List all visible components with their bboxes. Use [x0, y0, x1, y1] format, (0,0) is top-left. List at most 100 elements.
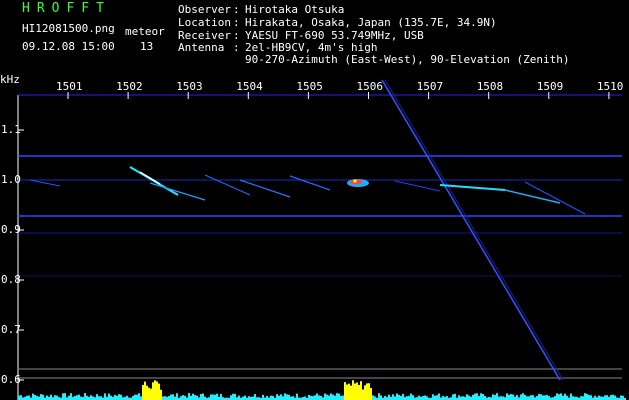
- spectrum-bar: [586, 393, 588, 400]
- spectrum-bar: [232, 393, 234, 400]
- spectrum-bar: [468, 395, 470, 400]
- y-tick-marks: [18, 129, 24, 381]
- spectrum-bar: [476, 393, 478, 400]
- spectrum-bar: [174, 396, 176, 400]
- spectrum-bar: [562, 395, 564, 400]
- spectrum-bar: [536, 396, 538, 400]
- spectrum-bar: [436, 395, 438, 400]
- spectrum-bar: [336, 393, 338, 400]
- spectrum-bar: [138, 393, 140, 400]
- spectrum-bar: [46, 395, 48, 400]
- spectrum-bar: [212, 394, 214, 400]
- spectrum-bar: [372, 395, 374, 400]
- spectrum-bar: [320, 395, 322, 400]
- x-tick-label: 1508: [476, 80, 504, 93]
- spectrum-bar: [594, 395, 596, 400]
- spectrum-bar: [80, 396, 82, 400]
- spectrum-bar: [492, 394, 494, 400]
- spectrum-bar: [526, 396, 528, 400]
- spectrum-bar: [460, 396, 462, 400]
- spectrum-bar: [190, 395, 192, 400]
- spectrum-bar: [220, 393, 222, 400]
- spectrum-bar: [54, 395, 56, 400]
- y-tick-label: 0.6: [1, 373, 21, 386]
- spectrum-bar: [192, 393, 194, 400]
- spectrum-bar: [116, 395, 118, 400]
- spectrum-bar: [346, 384, 348, 400]
- spectrum-bar: [340, 395, 342, 400]
- spectrum-bar: [408, 395, 410, 400]
- spectrum-bar: [76, 395, 78, 400]
- spectrum-bar: [252, 396, 254, 400]
- x-tick-label: 1503: [176, 80, 203, 93]
- spectrum-bar: [312, 396, 314, 400]
- spectrum-bar: [364, 385, 366, 400]
- spectrum-bar: [68, 395, 70, 400]
- spectrum-bar: [180, 396, 182, 400]
- spectrum-bar: [540, 394, 542, 400]
- spectrum-bar: [604, 395, 606, 400]
- spectrum-bar: [426, 396, 428, 400]
- spectrum-bar: [42, 394, 44, 400]
- y-tick-label: 0.8: [1, 273, 21, 286]
- spectrum-bar: [32, 393, 34, 400]
- spectrum-bar: [622, 395, 624, 400]
- spectrum-bar: [406, 396, 408, 400]
- spectrum-bar: [566, 395, 568, 400]
- spectrum-bar: [158, 383, 160, 400]
- spectrum-bar: [374, 396, 376, 400]
- spectrum-bar: [26, 395, 28, 400]
- spectrum-bar: [494, 395, 496, 400]
- spectrum-bar: [614, 395, 616, 400]
- spectrum-bar: [96, 394, 98, 400]
- spectrum-bar: [388, 394, 390, 400]
- spectrum-bar: [326, 394, 328, 400]
- x-tick-label: 1509: [536, 80, 564, 93]
- spectrum-bar: [366, 383, 368, 400]
- spectrum-bar: [570, 393, 572, 400]
- spectrum-bar: [156, 381, 158, 400]
- spectrum-bar: [432, 394, 434, 400]
- spectrum-bar: [292, 396, 294, 400]
- antenna-label: Antenna: [178, 41, 225, 54]
- spectrum-bar: [196, 395, 198, 400]
- spectrum-bar: [104, 393, 106, 400]
- spectrum-bar: [356, 382, 358, 400]
- spectrum-bar: [392, 394, 394, 400]
- spectrum-bar: [126, 395, 128, 400]
- spectrum-bar: [270, 395, 272, 400]
- spectrum-bar: [338, 393, 340, 400]
- spectrum-bar: [384, 396, 386, 400]
- spectrum-bar: [508, 394, 510, 400]
- spectrum-bar: [262, 394, 264, 400]
- spectrum-bar: [532, 395, 534, 400]
- spectrum-bar: [514, 396, 516, 400]
- spectrum-bar: [214, 394, 216, 400]
- spectrum-bar: [590, 395, 592, 400]
- spectrum-bar: [496, 393, 498, 400]
- spectrum-bar: [176, 393, 178, 400]
- spectrum-bar: [170, 394, 172, 400]
- spectrum-bar: [154, 380, 156, 400]
- location-label: Location: [178, 16, 231, 29]
- spectrum-bar: [272, 395, 274, 400]
- x-tick-label: 1506: [356, 80, 384, 93]
- spectrum-bar: [454, 393, 456, 400]
- spectrum-bar: [600, 396, 602, 400]
- spectrum-bar: [358, 384, 360, 400]
- spectrum-bar: [168, 396, 170, 400]
- spectrum-bar: [238, 395, 240, 400]
- spectrum-bar: [478, 396, 480, 400]
- spectrum-bar: [200, 394, 202, 400]
- spectrum-bar: [100, 396, 102, 400]
- spectrum-bar: [546, 394, 548, 400]
- spectrum-bar: [620, 395, 622, 400]
- meteor-label: meteor: [125, 25, 165, 38]
- spectrum-bar: [248, 396, 250, 400]
- spectrum-bar: [582, 396, 584, 400]
- spectrum-bar: [74, 395, 76, 400]
- spectrum-bar: [530, 395, 532, 400]
- spectrum-bar: [498, 396, 500, 400]
- spectrum-bar: [242, 396, 244, 400]
- spectrum-bar: [516, 395, 518, 400]
